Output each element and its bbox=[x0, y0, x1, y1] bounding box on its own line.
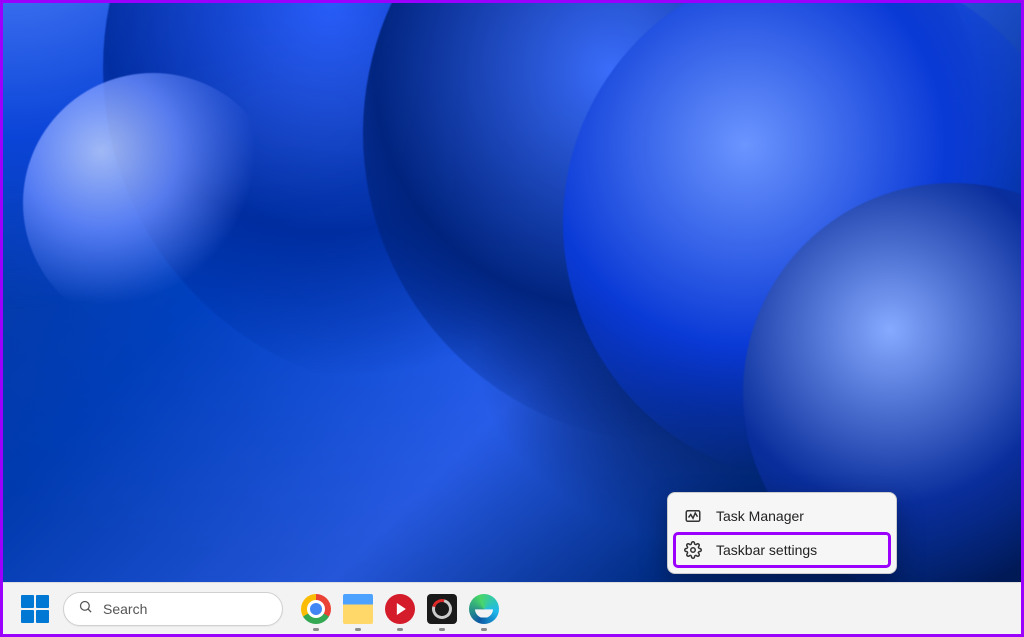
search-icon bbox=[78, 599, 93, 619]
desktop-wallpaper: Task Manager Taskbar settings bbox=[3, 3, 1021, 634]
running-indicator bbox=[439, 628, 445, 631]
menu-item-label: Task Manager bbox=[716, 508, 804, 524]
search-placeholder: Search bbox=[103, 601, 147, 617]
taskbar-app-screen-recorder[interactable] bbox=[385, 594, 415, 624]
taskbar-pinned-apps bbox=[301, 594, 499, 624]
running-indicator bbox=[397, 628, 403, 631]
system-tray-edge bbox=[985, 583, 999, 634]
taskbar-context-menu: Task Manager Taskbar settings bbox=[667, 492, 897, 574]
taskbar-app-obs[interactable] bbox=[427, 594, 457, 624]
gear-icon bbox=[684, 541, 702, 559]
menu-item-label: Taskbar settings bbox=[716, 542, 817, 558]
menu-item-task-manager[interactable]: Task Manager bbox=[674, 499, 890, 533]
running-indicator bbox=[355, 628, 361, 631]
taskbar-app-chrome[interactable] bbox=[301, 594, 331, 624]
activity-icon bbox=[684, 507, 702, 525]
taskbar-app-edge[interactable] bbox=[469, 594, 499, 624]
windows-logo-icon bbox=[21, 595, 49, 623]
running-indicator bbox=[481, 628, 487, 631]
running-indicator bbox=[313, 628, 319, 631]
taskbar[interactable]: Search bbox=[3, 582, 1021, 634]
start-button[interactable] bbox=[21, 595, 49, 623]
taskbar-right-edge bbox=[985, 583, 1003, 634]
menu-item-taskbar-settings[interactable]: Taskbar settings bbox=[674, 533, 890, 567]
wallpaper-shape bbox=[23, 73, 283, 333]
taskbar-app-file-explorer[interactable] bbox=[343, 594, 373, 624]
taskbar-search[interactable]: Search bbox=[63, 592, 283, 626]
